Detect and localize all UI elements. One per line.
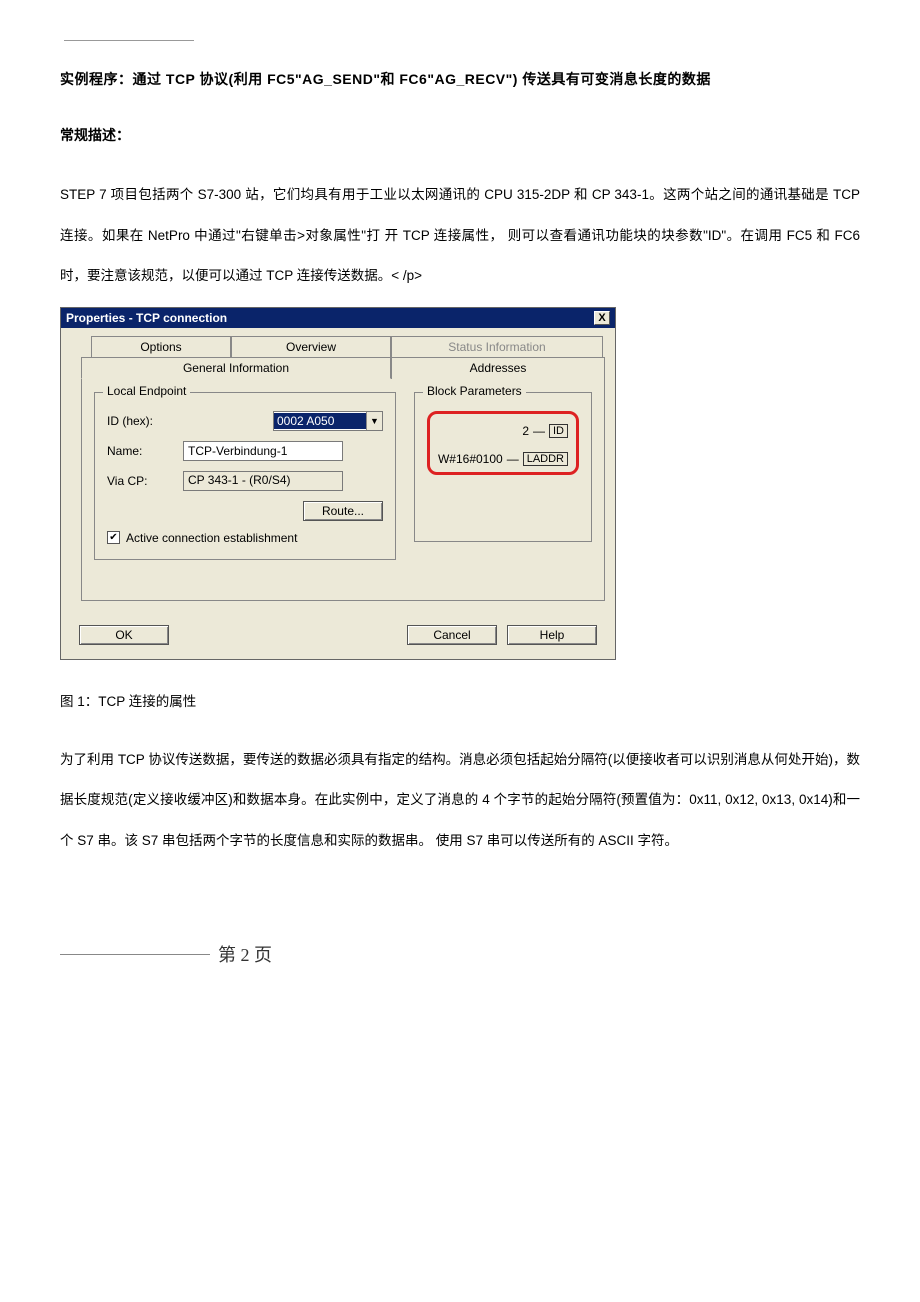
tab-options[interactable]: Options	[91, 336, 231, 357]
tab-row-back: Options Overview Status Information	[91, 336, 605, 357]
select-id-value: 0002 A050	[274, 413, 366, 429]
bp-row-laddr: W#16#0100 — LADDR	[438, 452, 568, 466]
bp-row-id: 2 — ID	[522, 424, 568, 438]
checkbox-active-connection[interactable]: ✔	[107, 531, 120, 544]
row-active-connection[interactable]: ✔ Active connection establishment	[107, 531, 383, 545]
help-button[interactable]: Help	[507, 625, 597, 645]
tab-panel: Local Endpoint ID (hex): 0002 A050 ▼ Nam…	[81, 378, 605, 601]
row-route: Route...	[107, 501, 383, 521]
page-number: 第 2 页	[218, 941, 272, 967]
fieldset-local-endpoint: Local Endpoint ID (hex): 0002 A050 ▼ Nam…	[94, 392, 396, 560]
route-button[interactable]: Route...	[303, 501, 383, 521]
page-title: 实例程序：通过 TCP 协议(利用 FC5"AG_SEND"和 FC6"AG_R…	[60, 69, 860, 89]
properties-dialog: Properties - TCP connection X Options Ov…	[60, 307, 616, 660]
legend-local-endpoint: Local Endpoint	[103, 384, 190, 398]
label-via-cp: Via CP:	[107, 474, 177, 488]
legend-block-parameters: Block Parameters	[423, 384, 526, 398]
dialog-body: Options Overview Status Information Gene…	[61, 328, 615, 615]
highlight-block-parameters: 2 — ID W#16#0100 — LADDR	[427, 411, 579, 475]
dialog-title: Properties - TCP connection	[66, 311, 227, 325]
bp-laddr-value: W#16#0100	[438, 452, 503, 466]
paragraph-2: 为了利用 TCP 协议传送数据，要传送的数据必须具有指定的结构。消息必须包括起始…	[60, 740, 860, 862]
label-active-connection: Active connection establishment	[126, 531, 297, 545]
dash-icon: —	[507, 452, 519, 466]
label-name: Name:	[107, 444, 177, 458]
field-via-cp: CP 343-1 - (R0/S4)	[183, 471, 343, 491]
bp-id-value: 2	[522, 424, 529, 438]
dash-icon: —	[533, 424, 545, 438]
chevron-down-icon: ▼	[366, 412, 382, 430]
row-via-cp: Via CP: CP 343-1 - (R0/S4)	[107, 471, 383, 491]
tab-overview[interactable]: Overview	[231, 336, 391, 357]
row-id: ID (hex): 0002 A050 ▼	[107, 411, 383, 431]
tab-row-front: General Information Addresses	[81, 357, 605, 379]
footer-right: Cancel Help	[407, 625, 597, 645]
label-id: ID (hex):	[107, 414, 177, 428]
dialog-footer: OK Cancel Help	[61, 615, 615, 659]
figure-caption: 图 1：TCP 连接的属性	[60, 690, 860, 710]
select-id-hex[interactable]: 0002 A050 ▼	[273, 411, 383, 431]
top-rule	[64, 40, 194, 41]
tab-status-information[interactable]: Status Information	[391, 336, 603, 357]
page-footer: 第 2 页	[60, 941, 860, 967]
tab-addresses[interactable]: Addresses	[391, 357, 605, 379]
bp-id-label: ID	[549, 424, 568, 438]
paragraph-1: STEP 7 项目包括两个 S7-300 站，它们均具有用于工业以太网通讯的 C…	[60, 175, 860, 297]
bp-laddr-label: LADDR	[523, 452, 568, 466]
tab-general-information[interactable]: General Information	[81, 357, 391, 379]
footer-rule	[60, 954, 210, 955]
row-name: Name:	[107, 441, 383, 461]
cancel-button[interactable]: Cancel	[407, 625, 497, 645]
close-icon[interactable]: X	[594, 311, 610, 325]
ok-button[interactable]: OK	[79, 625, 169, 645]
fieldset-block-parameters: Block Parameters 2 — ID W#16#0100 — LADD…	[414, 392, 592, 542]
input-name[interactable]	[183, 441, 343, 461]
section-heading: 常规描述：	[60, 125, 860, 145]
dialog-titlebar: Properties - TCP connection X	[61, 308, 615, 328]
